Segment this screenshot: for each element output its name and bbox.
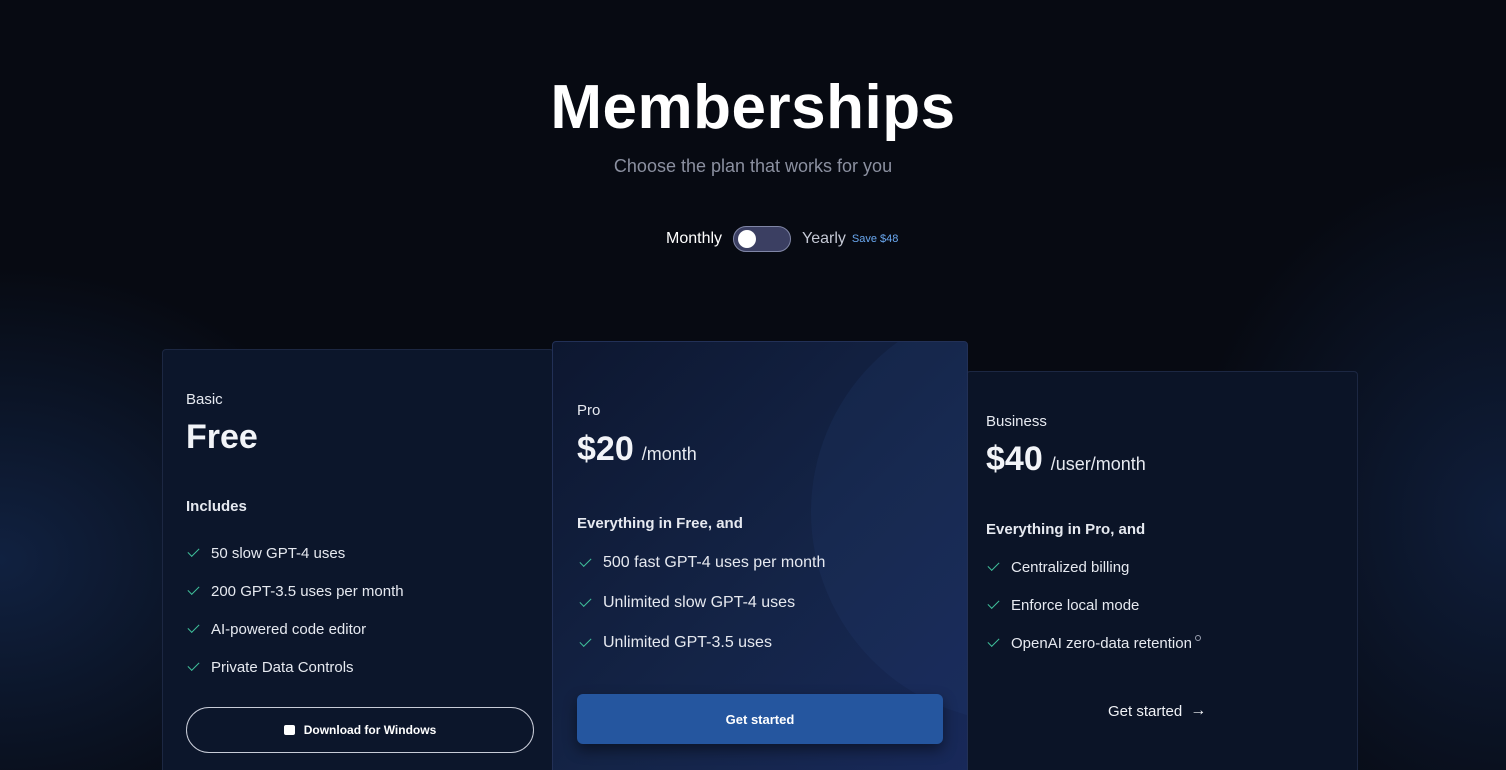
feature-list: 50 slow GPT-4 uses 200 GPT-3.5 uses per …: [187, 534, 404, 686]
arrow-right-icon: →: [1190, 702, 1207, 719]
plan-card-business: Business $40/user/month Everything in Pr…: [966, 371, 1358, 770]
save-badge: Save $48: [851, 233, 899, 245]
features-heading: Everything in Pro, and: [986, 521, 1146, 538]
plan-name: Pro: [577, 402, 601, 419]
monthly-label[interactable]: Monthly: [666, 230, 722, 248]
download-windows-button[interactable]: Download for Windows: [186, 707, 534, 753]
page-title: Memberships: [550, 73, 956, 142]
feature-item: Enforce local mode: [987, 586, 1201, 624]
check-icon: [987, 634, 1000, 648]
info-icon[interactable]: [1194, 635, 1201, 641]
features-heading: Everything in Free, and: [577, 515, 743, 532]
feature-item: 50 slow GPT-4 uses: [187, 534, 404, 572]
billing-period-toggle: Monthly Yearly Save $48: [666, 224, 898, 254]
feature-item: Unlimited slow GPT-4 uses: [579, 583, 825, 623]
check-icon: [987, 596, 1000, 610]
feature-text: Private Data Controls: [211, 658, 354, 676]
feature-item: Centralized billing: [987, 548, 1201, 586]
billing-switch[interactable]: [733, 226, 792, 252]
feature-text: OpenAI zero-data retention: [1011, 634, 1192, 652]
price-unit: /user/month: [1050, 454, 1146, 474]
check-icon: [987, 558, 1000, 572]
feature-text: 500 fast GPT-4 uses per month: [603, 554, 826, 571]
price-value: $20: [577, 430, 634, 468]
plan-name: Business: [986, 413, 1047, 430]
plan-price: $40/user/month: [986, 440, 1146, 479]
feature-list: 500 fast GPT-4 uses per month Unlimited …: [579, 543, 826, 663]
feature-list: Centralized billing Enforce local mode O…: [987, 548, 1201, 662]
download-button-label: Download for Windows: [303, 723, 437, 737]
features-heading: Includes: [186, 498, 247, 515]
check-icon: [187, 620, 200, 634]
feature-item: 200 GPT-3.5 uses per month: [187, 572, 404, 610]
plan-name: Basic: [186, 391, 223, 408]
windows-icon: [283, 725, 295, 735]
feature-item: 500 fast GPT-4 uses per month: [579, 543, 826, 583]
check-icon: [579, 634, 592, 648]
price-value: $40: [986, 440, 1043, 478]
get-started-pro-button[interactable]: Get started: [577, 694, 943, 744]
page-subtitle: Choose the plan that works for you: [613, 156, 893, 176]
feature-item: OpenAI zero-data retention: [987, 624, 1201, 662]
feature-text: 200 GPT-3.5 uses per month: [211, 582, 404, 600]
plan-card-pro: Pro $20/month Everything in Free, and 50…: [552, 341, 968, 770]
plan-price: Free: [186, 418, 258, 457]
check-icon: [579, 554, 592, 568]
get-started-business-link[interactable]: Get started →: [1108, 702, 1206, 720]
price-value: Free: [186, 418, 258, 456]
feature-item: Unlimited GPT-3.5 uses: [579, 623, 825, 663]
price-unit: /month: [641, 444, 697, 464]
plan-card-basic: Basic Free Includes 50 slow GPT-4 uses 2…: [162, 349, 554, 770]
feature-text: Enforce local mode: [1011, 596, 1140, 614]
yearly-label[interactable]: Yearly: [802, 230, 846, 248]
feature-text: AI-powered code editor: [211, 620, 367, 638]
feature-text: Unlimited slow GPT-4 uses: [603, 594, 796, 611]
feature-text: Centralized billing: [1011, 558, 1130, 576]
feature-text: Unlimited GPT-3.5 uses: [603, 634, 772, 651]
plan-price: $20/month: [577, 430, 697, 469]
get-started-label: Get started: [1108, 702, 1183, 720]
feature-text: 50 slow GPT-4 uses: [211, 544, 346, 562]
check-icon: [579, 594, 592, 608]
switch-knob: [738, 230, 757, 248]
feature-item: Private Data Controls: [187, 648, 404, 686]
check-icon: [187, 658, 200, 672]
feature-item: AI-powered code editor: [187, 610, 404, 648]
check-icon: [187, 582, 200, 596]
check-icon: [187, 544, 200, 558]
